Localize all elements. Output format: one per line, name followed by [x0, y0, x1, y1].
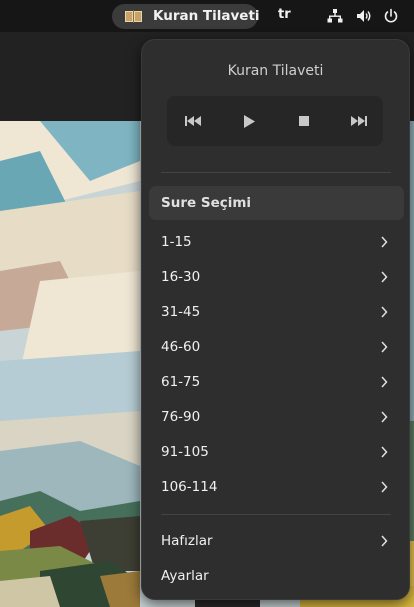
range-item-label: 1-15 — [161, 234, 192, 250]
range-item-label: 31-45 — [161, 304, 201, 320]
range-item-label: 76-90 — [161, 409, 201, 425]
range-item-1-15[interactable]: 1-15 — [149, 225, 404, 259]
next-button[interactable] — [349, 111, 369, 131]
play-icon — [244, 114, 255, 128]
chevron-right-icon — [381, 306, 388, 318]
chevron-right-icon — [381, 481, 388, 493]
range-item-label: 61-75 — [161, 374, 201, 390]
chevron-right-icon — [381, 271, 388, 283]
app-indicator-button[interactable]: Kuran Tilaveti — [112, 4, 260, 29]
hafizlar-item[interactable]: Hafızlar — [149, 524, 404, 558]
menu-separator — [161, 514, 391, 515]
chevron-right-icon — [381, 411, 388, 423]
menu-title: Kuran Tilaveti — [227, 63, 324, 79]
range-item-46-60[interactable]: 46-60 — [149, 330, 404, 364]
keyboard-layout-indicator[interactable]: tr — [278, 7, 291, 22]
stop-icon — [299, 116, 309, 126]
app-indicator-menu: Kuran Tilaveti Sure Seçimi 1-15 16-30 31… — [141, 39, 410, 600]
range-item-label: 91-105 — [161, 444, 209, 460]
range-item-61-75[interactable]: 61-75 — [149, 365, 404, 399]
power-icon[interactable] — [383, 8, 399, 24]
range-item-76-90[interactable]: 76-90 — [149, 400, 404, 434]
app-indicator-label: Kuran Tilaveti — [153, 8, 260, 24]
skip-next-icon — [351, 116, 367, 126]
menu-separator — [161, 172, 391, 173]
skip-previous-icon — [185, 116, 201, 126]
range-item-31-45[interactable]: 31-45 — [149, 295, 404, 329]
volume-icon[interactable] — [356, 8, 372, 24]
top-bar: Kuran Tilaveti tr — [0, 0, 414, 32]
range-item-91-105[interactable]: 91-105 — [149, 435, 404, 469]
chevron-right-icon — [381, 446, 388, 458]
ayarlar-label: Ayarlar — [161, 568, 209, 584]
hafizlar-label: Hafızlar — [161, 533, 213, 549]
range-item-label: 46-60 — [161, 339, 201, 355]
chevron-right-icon — [381, 341, 388, 353]
network-wired-icon[interactable] — [327, 8, 343, 24]
range-item-label: 16-30 — [161, 269, 201, 285]
player-controls — [167, 96, 383, 146]
stop-button[interactable] — [294, 111, 314, 131]
play-button[interactable] — [239, 111, 259, 131]
ayarlar-item[interactable]: Ayarlar — [149, 559, 404, 593]
range-item-label: 106-114 — [161, 479, 218, 495]
chevron-right-icon — [381, 535, 388, 547]
section-header-sure-secimi: Sure Seçimi — [149, 186, 404, 220]
chevron-right-icon — [381, 376, 388, 388]
section-header-label: Sure Seçimi — [161, 195, 252, 211]
range-item-106-114[interactable]: 106-114 — [149, 470, 404, 504]
chevron-right-icon — [381, 236, 388, 248]
book-icon — [125, 10, 142, 23]
range-item-16-30[interactable]: 16-30 — [149, 260, 404, 294]
previous-button[interactable] — [183, 111, 203, 131]
